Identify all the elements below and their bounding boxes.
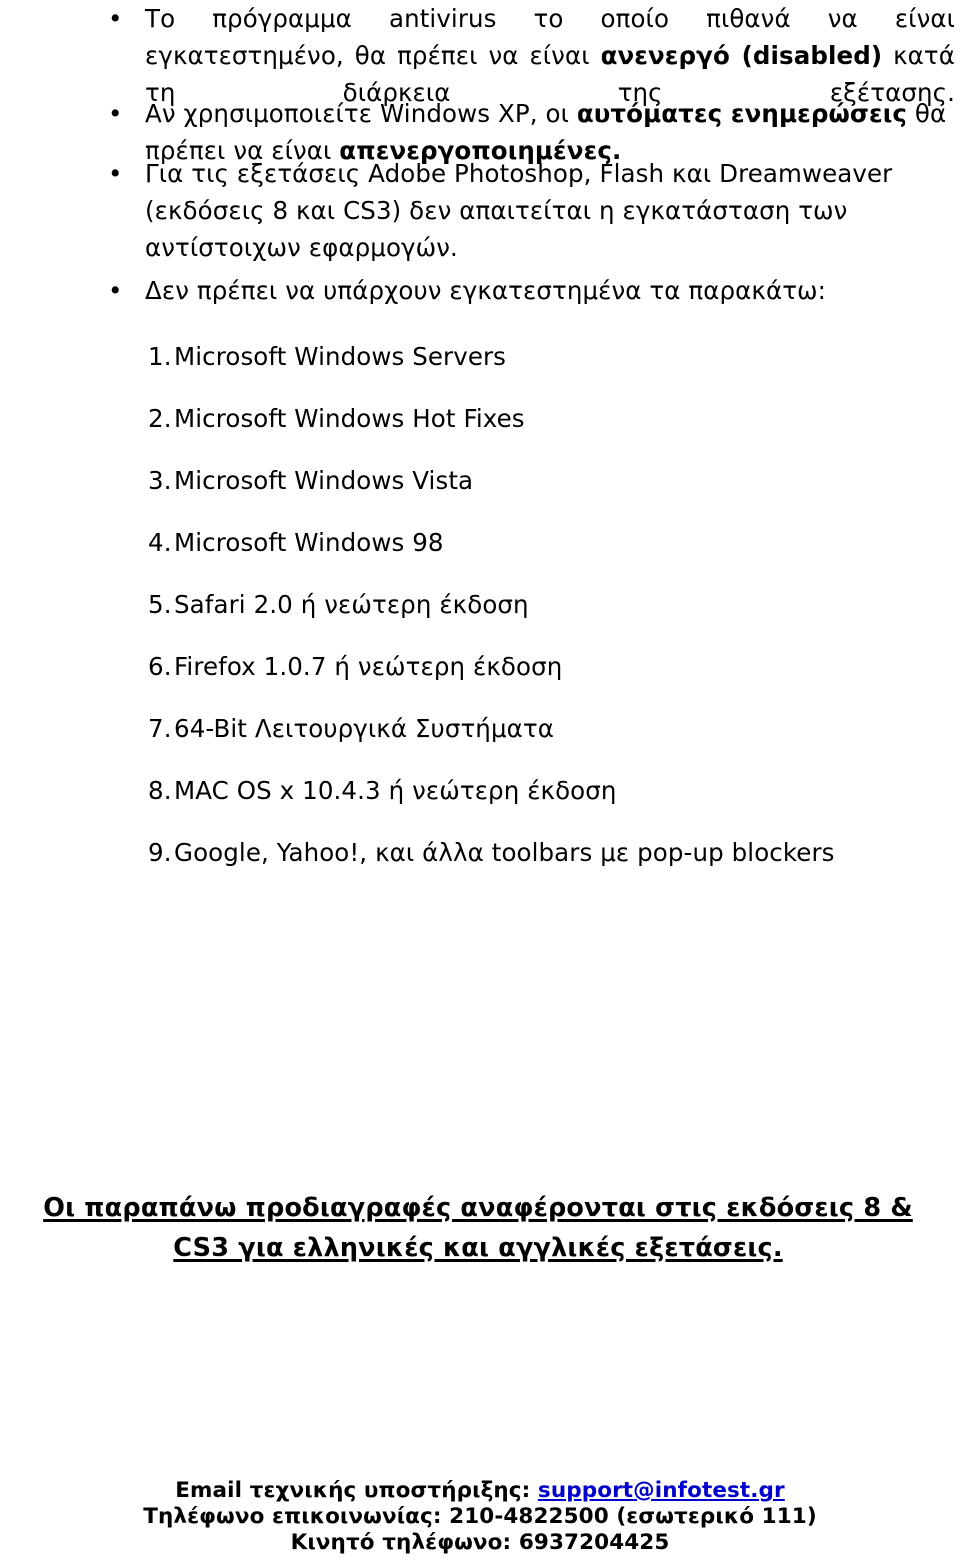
list-item-number: 9. <box>148 838 172 867</box>
list-item-label: Microsoft Windows Hot Fixes <box>174 404 525 433</box>
bullet-item-adobe-exams-requirement: • Για τις εξετάσεις Adobe Photoshop, Flas… <box>0 155 960 266</box>
list-item-label: Google, Yahoo!, και άλλα toolbars με pop… <box>174 838 835 867</box>
list-item-number: 2. <box>148 404 172 433</box>
list-item: 4.Microsoft Windows 98 <box>0 528 960 590</box>
list-item: 6.Firefox 1.0.7 ή νεώτερη έκδοση <box>0 652 960 714</box>
list-item-number: 8. <box>148 776 172 805</box>
bullet-point-icon: • <box>108 99 123 128</box>
contact-phone-line: Τηλέφωνο επικοινωνίας: 210-4822500 (εσωτ… <box>143 1504 817 1529</box>
support-email-link[interactable]: support@infotest.gr <box>538 1478 785 1503</box>
list-item: 3.Microsoft Windows Vista <box>0 466 960 528</box>
body-text: Αν χρησιμοποιείτε Windows XP, οι <box>145 99 577 128</box>
support-email-line: Email τεχνικής υποστήριξης: support@info… <box>0 1478 960 1504</box>
list-item-label: Microsoft Windows 98 <box>174 528 444 557</box>
list-item: 2.Microsoft Windows Hot Fixes <box>0 404 960 466</box>
list-item: 1.Microsoft Windows Servers <box>0 342 960 404</box>
list-item-label: Safari 2.0 ή νεώτερη έκδοση <box>174 590 529 619</box>
emphasis-text: ανενεργό (disabled) <box>600 41 883 70</box>
emphasis-text: αυτόματες ενημερώσεις <box>576 99 908 128</box>
list-item: 5.Safari 2.0 ή νεώτερη έκδοση <box>0 590 960 652</box>
list-item-label: Firefox 1.0.7 ή νεώτερη έκδοση <box>174 652 563 681</box>
version-notice: Οι παραπάνω προδιαγραφές αναφέρονται στι… <box>8 1188 948 1268</box>
list-item-number: 3. <box>148 466 172 495</box>
bullet-item-text: Για τις εξετάσεις Adobe Photoshop, Flash… <box>145 155 955 266</box>
support-email-label: Email τεχνικής υποστήριξης: <box>175 1478 531 1503</box>
list-item-number: 4. <box>148 528 172 557</box>
list-item-number: 1. <box>148 342 172 371</box>
version-notice-line-1: Οι παραπάνω προδιαγραφές αναφέρονται στι… <box>43 1193 913 1223</box>
list-item-number: 5. <box>148 590 172 619</box>
list-item-number: 6. <box>148 652 172 681</box>
mobile-phone-line: Κινητό τηλέφωνο: 6937204425 <box>290 1530 670 1555</box>
bullet-point-icon: • <box>108 276 123 305</box>
list-item-label: Microsoft Windows Servers <box>174 342 507 371</box>
body-text: Δεν πρέπει να υπάρχουν εγκατεστημένα τα … <box>145 276 827 305</box>
list-item-label: MAC OS x 10.4.3 ή νεώτερη έκδοση <box>174 776 617 805</box>
bullet-point-icon: • <box>108 4 123 33</box>
list-item-number: 7. <box>148 714 172 743</box>
contact-footer: Email τεχνικής υποστήριξης: support@info… <box>0 1478 960 1556</box>
document-page: • Το πρόγραμμα antivirus το οποίο πιθανά … <box>0 0 960 1564</box>
list-item: 7.64-Bit Λειτουργικά Συστήματα <box>0 714 960 776</box>
version-notice-line-2: CS3 για ελληνικές και αγγλικές εξετάσεις… <box>173 1233 783 1263</box>
bullet-point-icon: • <box>108 159 123 188</box>
body-text: Για τις εξετάσεις Adobe Photoshop, Flash… <box>145 159 893 262</box>
list-item: 8.MAC OS x 10.4.3 ή νεώτερη έκδοση <box>0 776 960 838</box>
list-item: 9.Google, Yahoo!, και άλλα toolbars με p… <box>0 838 960 900</box>
list-item-label: Microsoft Windows Vista <box>174 466 474 495</box>
bullet-item-text: Δεν πρέπει να υπάρχουν εγκατεστημένα τα … <box>145 272 955 309</box>
bullet-item-not-installed-intro: • Δεν πρέπει να υπάρχουν εγκατεστημένα τα… <box>0 272 960 309</box>
list-item-label: 64-Bit Λειτουργικά Συστήματα <box>174 714 554 743</box>
